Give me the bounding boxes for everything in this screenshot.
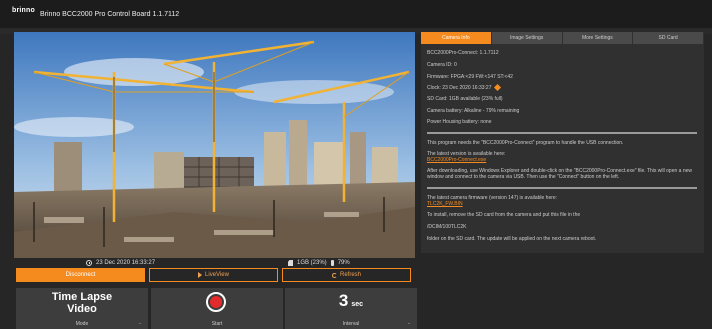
refresh-label: Refresh [339,272,361,278]
clock-icon [86,260,92,266]
brinno-logo: brinno [12,7,35,21]
mode-value: Time Lapse Video [16,291,148,315]
divider [427,187,697,189]
mode-line1: Time Lapse [51,291,113,303]
tab-image-settings[interactable]: Image Settings [491,32,562,44]
tab-sd-card[interactable]: SD Card [633,32,703,44]
liveview-button[interactable]: LiveView [149,268,278,282]
msg-install: To install, remove the SD card from the … [427,212,581,218]
liveview-label: LiveView [205,272,229,278]
info-clock-row: Clock: 23 Dec 2020 16:33:27 [427,84,501,92]
interval-unit: sec [351,301,364,308]
datetime-status: 23 Dec 2020 16:33:27 [86,258,155,268]
firmware-link[interactable]: TLC2K_FW.BIN [427,201,463,207]
logo-text: brinno [12,7,35,14]
preview-image [14,32,415,258]
info-power: Power Housing battery: none [427,119,492,125]
info-sdcard: SD Card: 1GB available (23% full) [427,96,503,102]
interval-label: Interval [342,321,360,327]
play-icon [198,272,203,278]
title-bar: brinno Brinno BCC2000 Pro Control Board … [0,0,712,28]
tab-camera-info[interactable]: Camera Info [421,32,491,44]
msg-folder-path: /DCIM/100TLC2K [427,224,467,230]
msg-instructions-2: window and connect to the camera via USB… [427,174,620,180]
chevron-down-icon: ⌄ [137,320,142,326]
disconnect-label: Disconnect [65,272,96,278]
start-label: Start [211,321,223,327]
datetime-text: 23 Dec 2020 16:33:27 [96,260,156,266]
app-title: Brinno BCC2000 Pro Control Board 1.1.711… [40,10,180,18]
refresh-button[interactable]: Refresh [282,268,411,282]
info-battery: Camera battery: Alkaline - 79% remaining [427,108,520,114]
chevron-down-icon: ⌄ [406,320,411,326]
control-buttons: Disconnect LiveView Refresh [16,268,411,282]
info-model: BCC2000Pro-Connect: 1.1.7112 [427,50,499,56]
storage-status: 1GB (23%) 79% [288,258,350,268]
info-firmware: Firmware: FPGA:<29 FW:<147 ST:<42 [427,74,513,80]
settings-panel: Camera Info Image Settings More Settings… [421,32,704,253]
disconnect-button[interactable]: Disconnect [16,268,145,282]
sd-text: 1GB (23%) [297,260,327,266]
interval-tile[interactable]: 3 sec Interval ⌄ [285,288,417,329]
sd-card-icon [288,260,293,266]
battery-text: 79% [337,260,350,266]
divider [427,132,697,134]
interval-value: 3 sec [285,291,417,311]
mode-line2: Video [67,303,97,315]
mode-tile[interactable]: Time Lapse Video Mode ⌄ [16,288,148,329]
tab-bar: Camera Info Image Settings More Settings… [421,32,704,44]
battery-icon [330,260,334,266]
connect-exe-link[interactable]: BCC2000Pro-Connect.exe [427,157,486,163]
record-icon [206,292,226,312]
info-clock: Clock: 23 Dec 2020 16:33:27 [427,85,492,91]
msg-reboot: folder on the SD card. The update will b… [427,236,597,242]
wrench-icon[interactable] [493,84,501,92]
info-camera-id: Camera ID: 0 [427,62,457,68]
camera-preview [14,32,415,258]
msg-usb: This program needs the "BCC2000Pro-Conne… [427,140,624,146]
refresh-icon [331,272,337,278]
mode-label: Mode [75,321,89,327]
tab-more-settings[interactable]: More Settings [562,32,633,44]
start-tile[interactable]: Start [151,288,283,329]
interval-number: 3 [338,291,349,310]
